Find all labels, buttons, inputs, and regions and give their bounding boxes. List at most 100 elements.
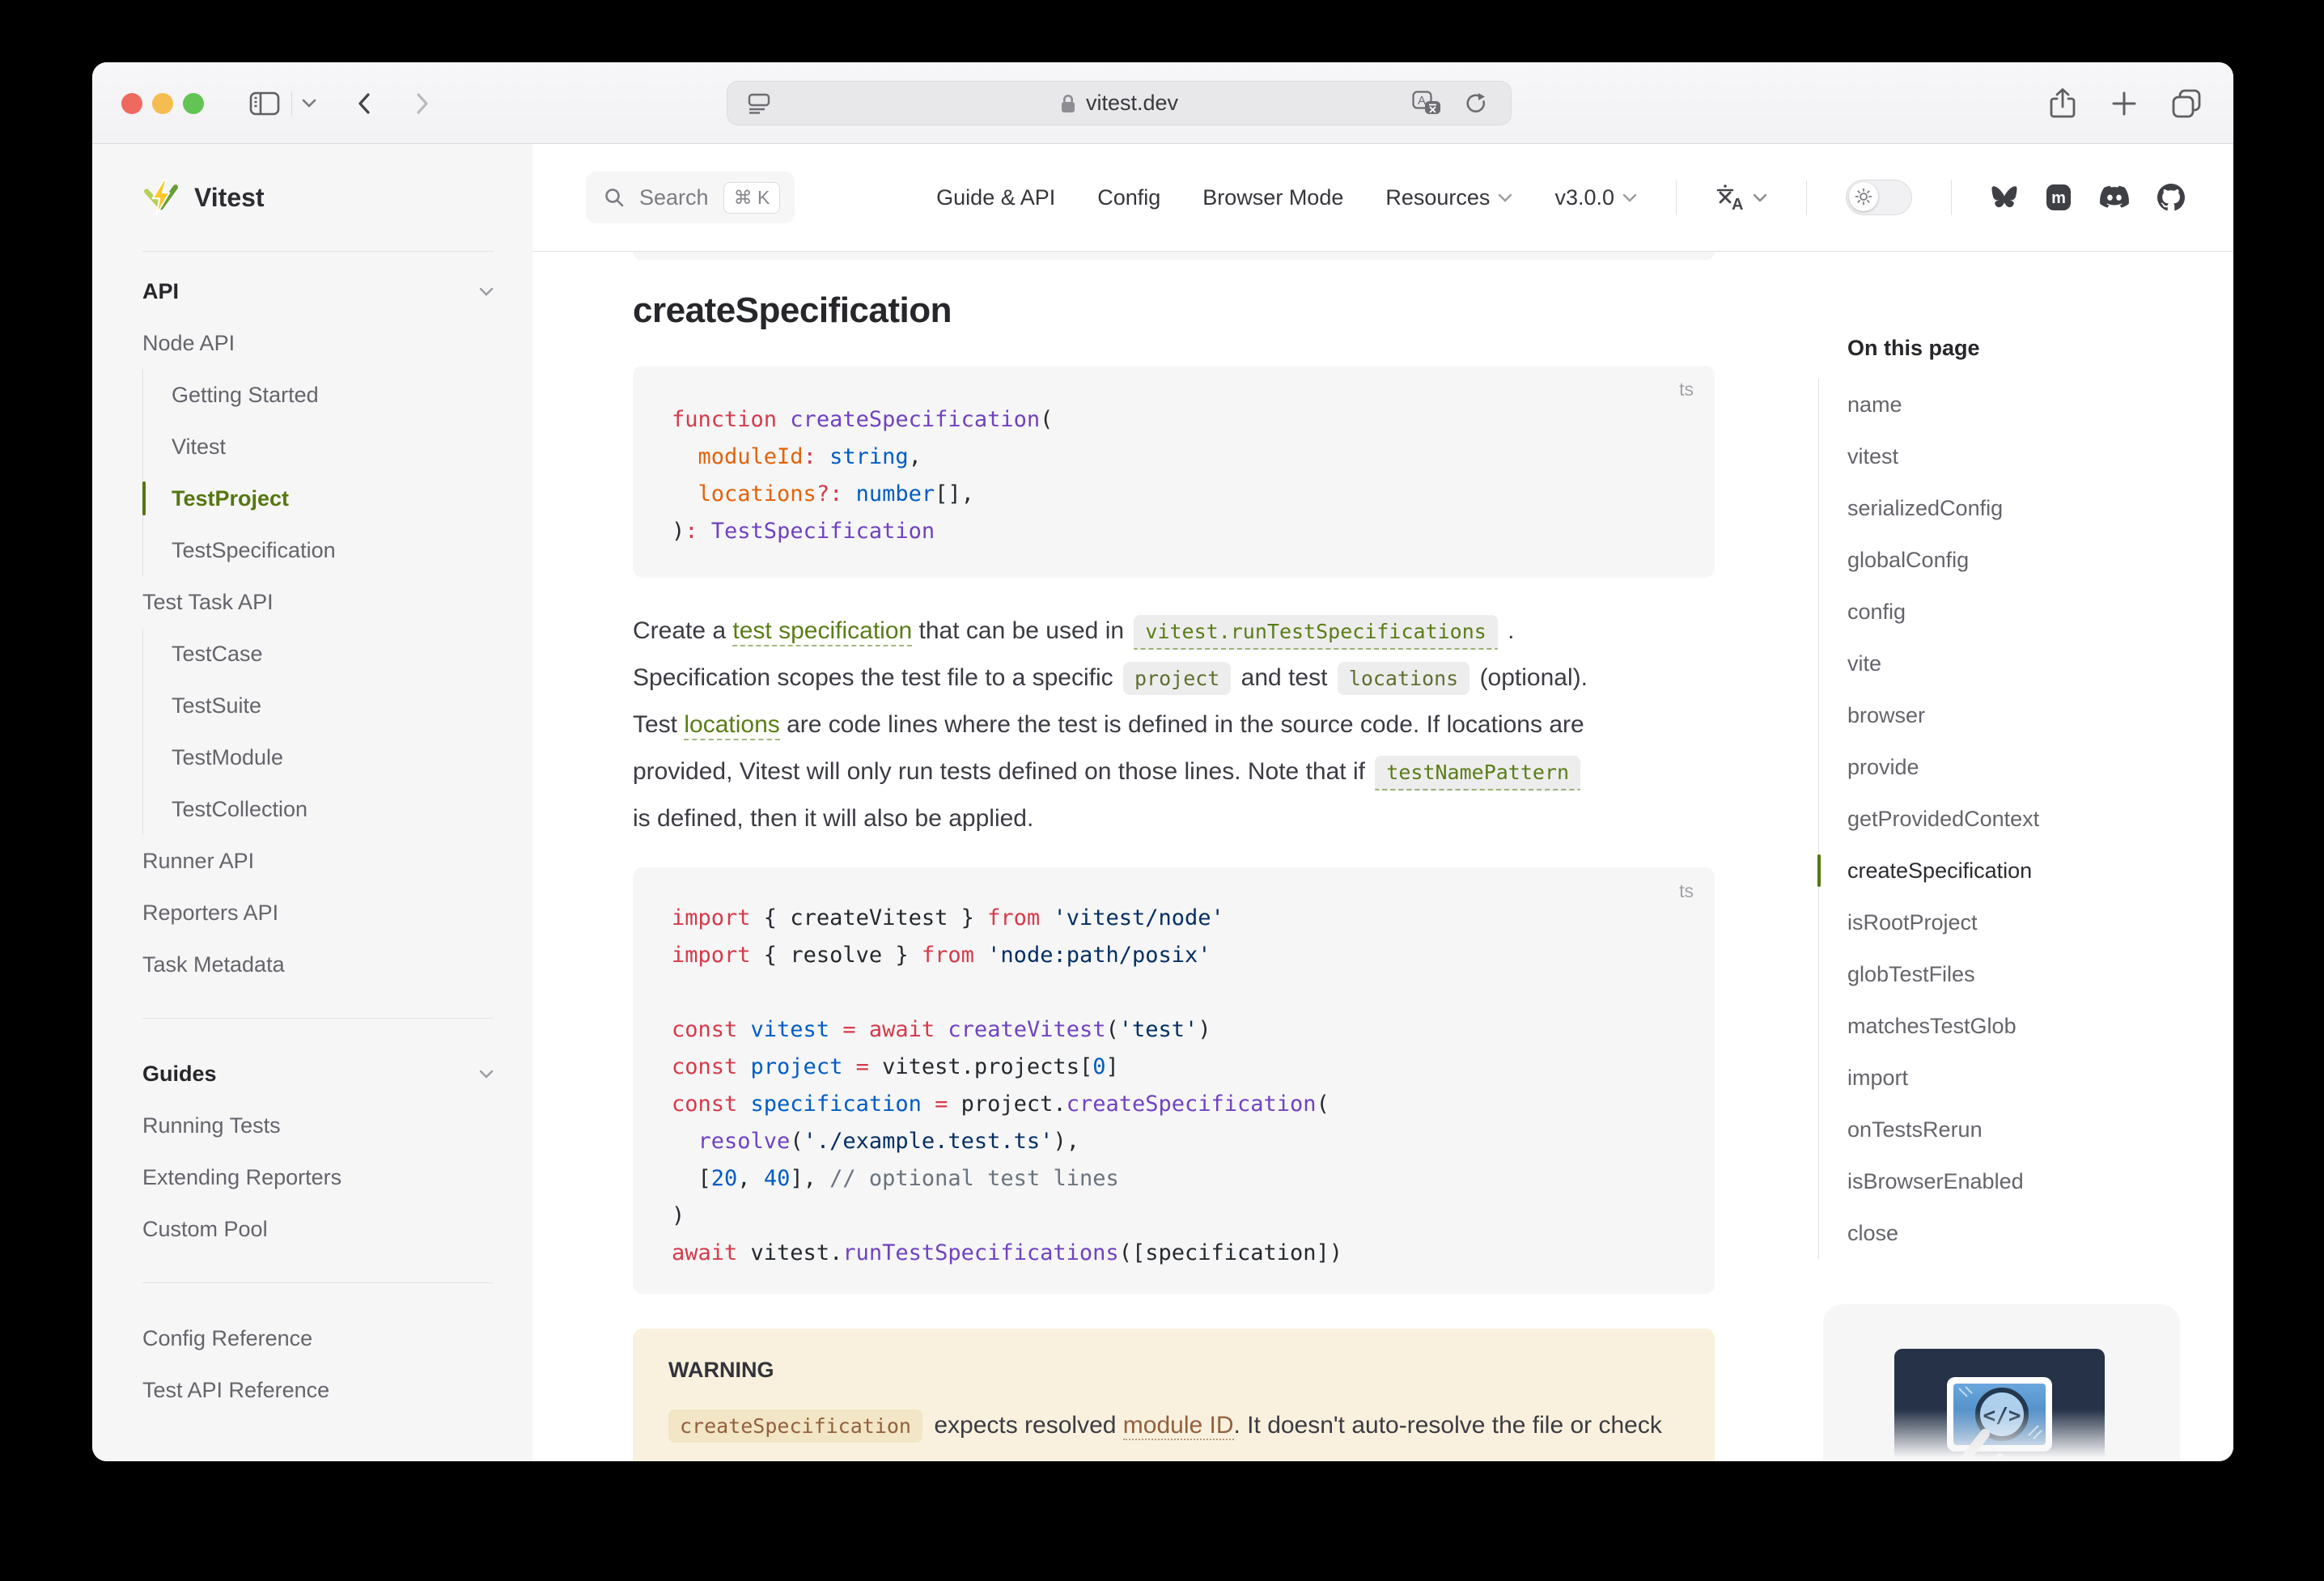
sidebar-item-test-task-api[interactable]: Test Task API	[142, 576, 494, 628]
tab-overview-icon[interactable]	[2170, 62, 2203, 144]
text-link[interactable]: test specification	[732, 617, 912, 646]
section-title: Guides	[142, 1062, 217, 1087]
sidebar-item-test-api-reference[interactable]: Test API Reference	[142, 1364, 494, 1416]
code-block-example[interactable]: ts import { createVitest } from 'vitest/…	[633, 867, 1715, 1294]
nav-links: Guide & API Config Browser Mode Resources v3…	[936, 185, 1637, 210]
outline-item-config[interactable]: config	[1819, 586, 2233, 638]
theme-toggle[interactable]	[1846, 180, 1912, 215]
sidebar-item-reporters-api[interactable]: Reporters API	[142, 887, 494, 939]
outline-item-close[interactable]: close	[1819, 1207, 2233, 1259]
nav-link-browser-mode[interactable]: Browser Mode	[1202, 185, 1343, 210]
github-icon[interactable]	[2157, 184, 2185, 211]
outline-item-getprovidedcontext[interactable]: getProvidedContext	[1819, 793, 2233, 845]
site-header: Search ⌘ K Guide & API Config Browser Mode…	[532, 144, 2233, 252]
search-button[interactable]: Search ⌘ K	[586, 172, 795, 223]
new-tab-icon[interactable]	[2110, 62, 2138, 144]
nav-link-v3-0-0[interactable]: v3.0.0	[1554, 185, 1637, 210]
text-line: createSpecification expects resolved mod…	[668, 1402, 1679, 1449]
outline-list: namevitestserializedConfigglobalConfigco…	[1818, 379, 2233, 1259]
sidebar-item-testsuite[interactable]: TestSuite	[172, 680, 494, 731]
text-run: Create a	[633, 617, 732, 644]
nav-link-resources[interactable]: Resources	[1385, 185, 1512, 210]
back-button[interactable]	[354, 62, 375, 144]
window-zoom-button[interactable]	[183, 93, 204, 114]
sidebar-section-api[interactable]: API	[142, 265, 494, 317]
social-links: m	[1991, 184, 2185, 211]
reload-icon[interactable]	[1464, 82, 1488, 125]
nav-link-config[interactable]: Config	[1097, 185, 1160, 210]
text-line: Specification scopes the test file to a …	[633, 655, 1588, 701]
search-shortcut-badge: ⌘ K	[723, 182, 781, 214]
sponsor-fade	[1823, 1409, 2180, 1461]
outline-item-globtestfiles[interactable]: globTestFiles	[1819, 948, 2233, 1000]
theme-knob	[1849, 182, 1878, 211]
share-icon[interactable]	[2049, 62, 2076, 144]
window-close-button[interactable]	[121, 93, 142, 114]
vitest-logo-icon	[142, 179, 180, 216]
site-logo[interactable]: Vitest	[142, 144, 494, 251]
sidebar-item-vitest[interactable]: Vitest	[172, 421, 494, 473]
browser-window: vitest.dev A	[92, 62, 2233, 1461]
sidebar-item-testspecification[interactable]: TestSpecification	[172, 524, 494, 576]
sidebar-section-guides[interactable]: Guides	[142, 1048, 494, 1100]
svg-text:m: m	[2051, 189, 2066, 207]
outline-item-vitest[interactable]: vitest	[1819, 430, 2233, 482]
outline-item-name[interactable]: name	[1819, 379, 2233, 430]
discord-icon[interactable]	[2099, 185, 2130, 210]
inline-code-link[interactable]: testNamePattern	[1375, 756, 1580, 790]
sidebar-item-getting-started[interactable]: Getting Started	[172, 369, 494, 421]
outline-item-vite[interactable]: vite	[1819, 638, 2233, 689]
sidebar-item-node-api[interactable]: Node API	[142, 317, 494, 369]
sidebar-item-config-reference[interactable]: Config Reference	[142, 1312, 494, 1364]
warning-title: WARNING	[668, 1358, 1679, 1383]
outline-item-provide[interactable]: provide	[1819, 741, 2233, 793]
sidebar-item-running-tests[interactable]: Running Tests	[142, 1100, 494, 1151]
outline-item-isbrowserenabled[interactable]: isBrowserEnabled	[1819, 1155, 2233, 1207]
sidebar-item-testproject[interactable]: TestProject	[172, 473, 494, 524]
address-bar[interactable]: vitest.dev A	[727, 81, 1512, 125]
text-line: provided, Vitest will only run tests def…	[633, 748, 1588, 795]
code-line: const project = vitest.projects[0]	[672, 1049, 1676, 1086]
sidebar-toggle-icon[interactable]	[249, 62, 280, 144]
language-menu[interactable]: A	[1715, 183, 1767, 212]
webpage: Vitest APINode APIGetting StartedVitestT…	[92, 144, 2233, 1461]
outline-item-import[interactable]: import	[1819, 1052, 2233, 1104]
code-block-signature[interactable]: ts function createSpecification( moduleI…	[633, 366, 1715, 578]
sidebar-item-custom-pool[interactable]: Custom Pool	[142, 1203, 494, 1255]
bluesky-icon[interactable]	[1991, 185, 2018, 210]
window-minimize-button[interactable]	[152, 93, 173, 114]
outline-item-serializedconfig[interactable]: serializedConfig	[1819, 482, 2233, 534]
text-run: that it exists on the file system.	[668, 1459, 999, 1461]
sidebar-item-task-metadata[interactable]: Task Metadata	[142, 939, 494, 990]
text-run: Test	[633, 711, 684, 738]
sidebar-item-extending-reporters[interactable]: Extending Reporters	[142, 1151, 494, 1203]
warning-body: createSpecification expects resolved mod…	[668, 1402, 1679, 1461]
sidebar-item-testcase[interactable]: TestCase	[172, 628, 494, 680]
outline-item-globalconfig[interactable]: globalConfig	[1819, 534, 2233, 586]
code-lang-label: ts	[1679, 379, 1694, 401]
sponsor-card[interactable]: </>	[1823, 1304, 2180, 1461]
mastodon-icon[interactable]: m	[2046, 184, 2072, 211]
outline-item-createspecification[interactable]: createSpecification	[1819, 845, 2233, 896]
inline-code: project	[1123, 662, 1231, 695]
outline-item-browser[interactable]: browser	[1819, 689, 2233, 741]
translate-icon[interactable]: A	[1412, 82, 1441, 125]
text-line: is defined, then it will also be applied…	[633, 795, 1588, 842]
text-line: Test locations are code lines where the …	[633, 701, 1588, 748]
sidebar-item-testmodule[interactable]: TestModule	[172, 731, 494, 783]
previous-code-block-edge	[633, 252, 1715, 260]
text-link[interactable]: module ID	[1123, 1412, 1234, 1440]
description-paragraph: Create a test specification that can be …	[633, 608, 1588, 842]
outline-item-isrootproject[interactable]: isRootProject	[1819, 896, 2233, 948]
text-run: (optional).	[1473, 664, 1588, 691]
text-link[interactable]: locations	[684, 711, 779, 740]
text-run: expects resolved	[927, 1412, 1123, 1439]
nav-link-guide-api[interactable]: Guide & API	[936, 185, 1055, 210]
outline-item-matchestestglob[interactable]: matchesTestGlob	[1819, 1000, 2233, 1052]
forward-button[interactable]	[411, 62, 432, 144]
outline-item-ontestsrerun[interactable]: onTestsRerun	[1819, 1104, 2233, 1155]
inline-code-link[interactable]: vitest.runTestSpecifications	[1134, 615, 1497, 650]
sidebar-menu-chevron-icon[interactable]	[301, 62, 317, 144]
sidebar-item-testcollection[interactable]: TestCollection	[172, 783, 494, 835]
sidebar-item-runner-api[interactable]: Runner API	[142, 835, 494, 887]
